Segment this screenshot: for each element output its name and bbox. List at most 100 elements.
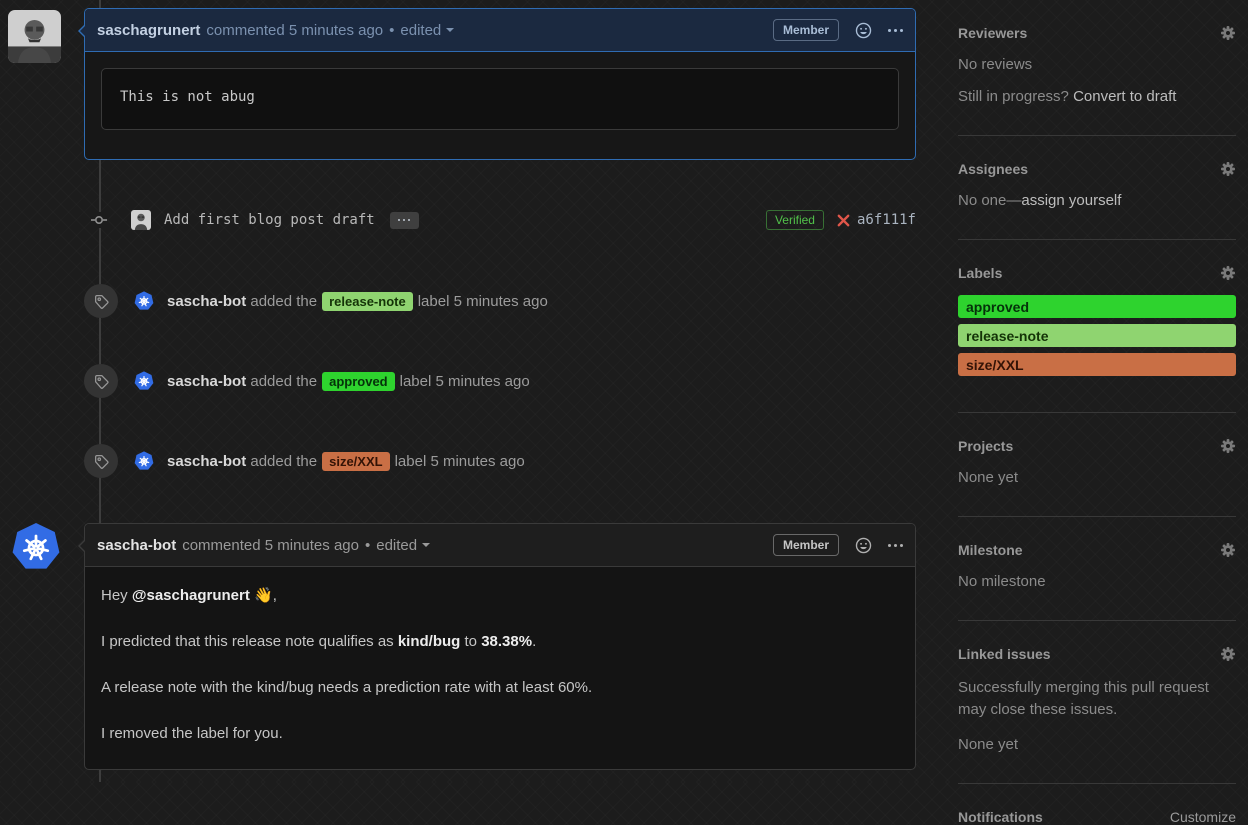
assign-yourself-link[interactable]: assign yourself xyxy=(1021,192,1121,209)
sidebar-section-assignees: Assignees No one—assign yourself xyxy=(958,136,1236,240)
section-title: Linked issues xyxy=(958,646,1051,662)
label-chip[interactable]: release-note xyxy=(322,291,413,311)
sidebar-section-reviewers: Reviewers No reviews Still in progress? … xyxy=(958,0,1236,136)
convert-to-draft-link[interactable]: Convert to draft xyxy=(1073,88,1176,105)
comment-meta: commented 5 minutes ago xyxy=(206,21,384,39)
gear-icon xyxy=(1221,647,1235,661)
code-block: This is not abug xyxy=(101,68,899,130)
sidebar-section-notifications: Notifications Customize xyxy=(958,784,1236,825)
dot-separator: • xyxy=(389,21,395,39)
event-author-link[interactable]: sascha-bot xyxy=(167,453,246,470)
kubernetes-logo-icon xyxy=(134,371,154,390)
status-failed-x-icon[interactable] xyxy=(836,213,851,228)
bot-avatar[interactable] xyxy=(134,371,154,391)
chevron-down-icon xyxy=(446,28,455,36)
commit-hash-link[interactable]: a6f111f xyxy=(857,212,916,228)
projects-empty-text: None yet xyxy=(958,469,1019,486)
draft-hint-text: Still in progress? xyxy=(958,88,1069,105)
comment-saschagrunert: saschagrunert commented 5 minutes ago • … xyxy=(78,8,916,160)
person-photo-icon xyxy=(131,210,151,230)
reviewers-settings-button[interactable] xyxy=(1220,25,1236,41)
smiley-icon xyxy=(855,537,872,553)
smiley-icon xyxy=(855,22,872,38)
milestone-settings-button[interactable] xyxy=(1220,542,1236,558)
comment-options-button[interactable] xyxy=(888,543,903,547)
verified-badge[interactable]: Verified xyxy=(765,210,824,230)
comment-author-link[interactable]: saschagrunert xyxy=(97,22,200,39)
sidebar-label-approved[interactable]: approved xyxy=(958,295,1236,318)
gear-icon xyxy=(1221,266,1235,280)
bot-avatar[interactable] xyxy=(134,451,154,471)
member-badge: Member xyxy=(772,534,839,556)
gear-icon xyxy=(1221,26,1235,40)
section-title: Reviewers xyxy=(958,25,1028,41)
section-title: Projects xyxy=(958,438,1014,454)
kubernetes-logo-icon xyxy=(134,291,154,310)
comment-options-button[interactable] xyxy=(888,28,903,32)
tag-icon xyxy=(94,374,109,389)
customize-notifications-link[interactable]: Customize xyxy=(1170,809,1236,825)
avatar-saschagrunert[interactable] xyxy=(8,10,61,63)
linked-issues-desc: Successfully merging this pull request m… xyxy=(958,679,1209,718)
sidebar-section-linked-issues: Linked issues Successfully merging this … xyxy=(958,621,1236,784)
gear-icon xyxy=(1221,439,1235,453)
gear-icon xyxy=(1221,162,1235,176)
sidebar-label-release-note[interactable]: release-note xyxy=(958,324,1236,347)
add-reaction-button[interactable] xyxy=(855,537,872,554)
event-author-link[interactable]: sascha-bot xyxy=(167,293,246,310)
avatar-sascha-bot[interactable] xyxy=(11,522,61,572)
edited-dropdown[interactable]: edited xyxy=(376,537,431,554)
edited-dropdown[interactable]: edited xyxy=(400,22,455,39)
gear-icon xyxy=(1221,543,1235,557)
comment-header: saschagrunert commented 5 minutes ago • … xyxy=(85,9,915,52)
section-title: Assignees xyxy=(958,161,1029,177)
timeline-commit-row: Add first blog post draft Verified a6f11… xyxy=(84,205,916,235)
event-author-link[interactable]: sascha-bot xyxy=(167,373,246,390)
sidebar: Reviewers No reviews Still in progress? … xyxy=(958,0,1236,825)
labels-settings-button[interactable] xyxy=(1220,265,1236,281)
dot-separator: • xyxy=(364,536,371,554)
tag-icon xyxy=(94,454,109,469)
member-badge: Member xyxy=(772,19,839,41)
commit-message-link[interactable]: Add first blog post draft xyxy=(164,212,375,228)
comment-author-link[interactable]: sascha-bot xyxy=(97,537,176,554)
mention-link[interactable]: @saschagrunert xyxy=(132,587,250,604)
kubernetes-logo-icon xyxy=(134,451,154,470)
section-title: Labels xyxy=(958,265,1003,281)
projects-settings-button[interactable] xyxy=(1220,438,1236,454)
assignees-empty-text: No one— xyxy=(958,192,1022,209)
sidebar-section-labels: Labels approved release-note size/XXL xyxy=(958,240,1236,413)
comment-body: Hey @saschagrunert 👋, I predicted that th… xyxy=(85,567,915,763)
commit-author-avatar[interactable] xyxy=(131,210,151,230)
kubernetes-logo-icon xyxy=(12,523,60,569)
bot-avatar[interactable] xyxy=(134,291,154,311)
comment-paragraph: Hey @saschagrunert 👋, xyxy=(101,587,277,604)
git-commit-icon xyxy=(91,212,107,228)
sidebar-label-size-xxl[interactable]: size/XXL xyxy=(958,353,1236,376)
add-reaction-button[interactable] xyxy=(855,22,872,39)
comment-sascha-bot: sascha-bot commented 5 minutes ago • edi… xyxy=(78,523,916,770)
wave-emoji: 👋 xyxy=(254,587,273,604)
linked-issues-settings-button[interactable] xyxy=(1220,646,1236,662)
label-chip[interactable]: approved xyxy=(322,371,395,391)
section-title: Milestone xyxy=(958,542,1023,558)
comment-meta: commented 5 minutes ago xyxy=(182,536,359,554)
milestone-empty-text: No milestone xyxy=(958,573,1046,590)
assignees-settings-button[interactable] xyxy=(1220,161,1236,177)
chevron-down-icon xyxy=(422,543,431,551)
comment-body: This is not abug xyxy=(85,52,915,149)
comment-header: sascha-bot commented 5 minutes ago • edi… xyxy=(85,524,915,567)
sidebar-section-milestone: Milestone No milestone xyxy=(958,517,1236,621)
comment-paragraph: I predicted that this release note quali… xyxy=(101,633,537,650)
comment-paragraph: A release note with the kind/bug needs a… xyxy=(101,679,593,696)
label-event-row: sascha-bot added the size/XXL label 5 minu… xyxy=(84,443,916,479)
kebab-icon xyxy=(888,28,903,32)
comment-paragraph: I removed the label for you. xyxy=(101,725,283,742)
label-event-row: sascha-bot added the release-note label 5 … xyxy=(84,283,916,319)
person-photo-icon xyxy=(8,10,61,63)
section-title: Notifications xyxy=(958,809,1043,825)
label-chip[interactable]: size/XXL xyxy=(322,451,390,471)
reviewers-empty-text: No reviews xyxy=(958,56,1033,73)
commit-expand-button[interactable] xyxy=(389,211,419,229)
linked-issues-empty-text: None yet xyxy=(958,736,1019,753)
